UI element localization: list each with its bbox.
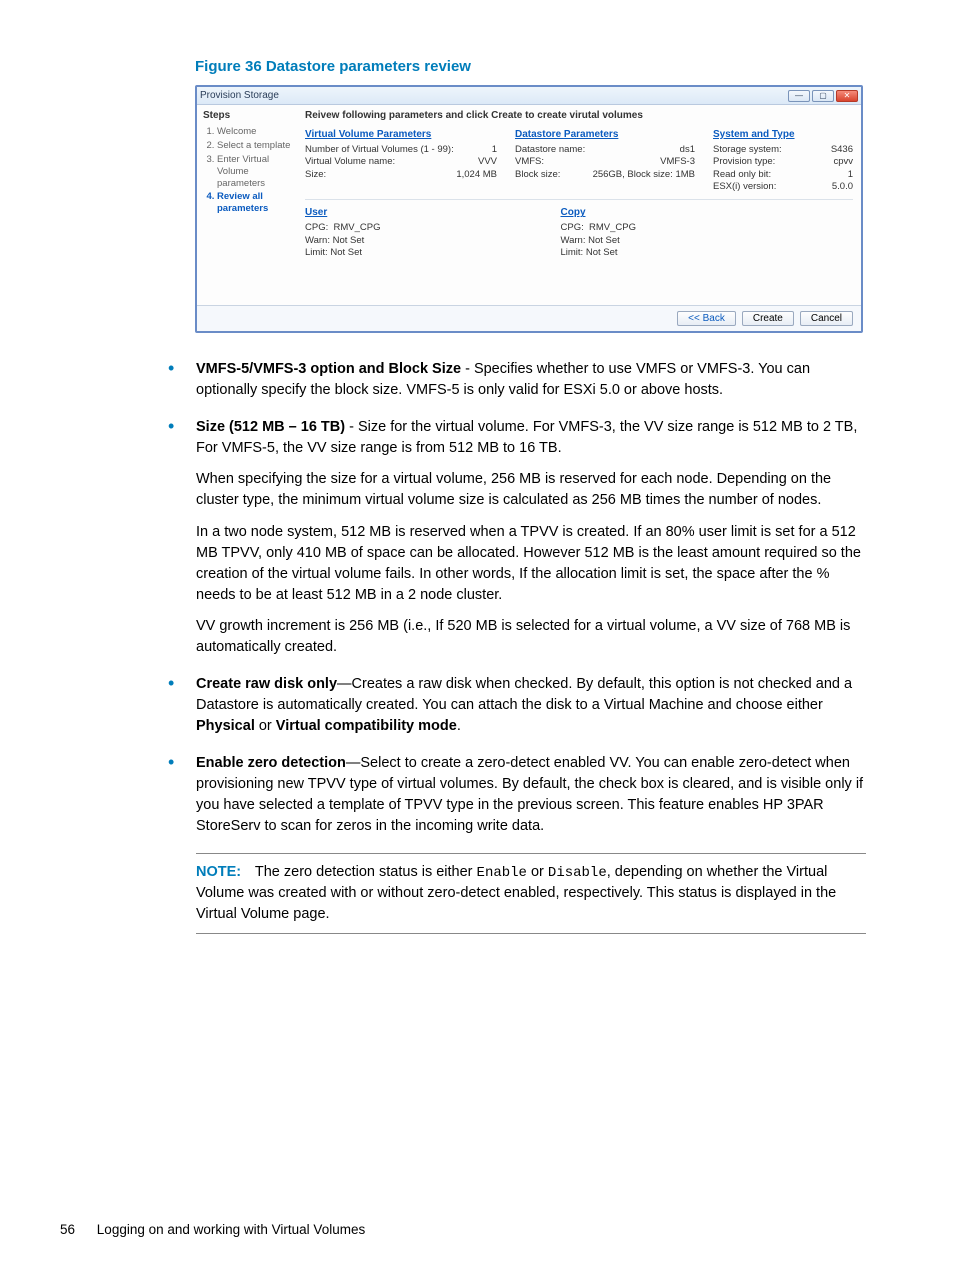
bullet-size-p2: In a two node system, 512 MB is reserved…: [196, 522, 866, 606]
figure-caption: Figure 36 Datastore parameters review: [195, 58, 894, 75]
user-title: User: [305, 206, 381, 219]
bullet-raw-disk: Create raw disk only—Creates a raw disk …: [168, 674, 866, 737]
wizard-steps-sidebar: Steps Welcome Select a template Enter Vi…: [197, 105, 297, 305]
bullet-size: Size (512 MB – 16 TB) - Size for the vir…: [168, 417, 866, 657]
note-label: NOTE:: [196, 864, 241, 880]
vv-params-section: Virtual Volume Parameters Number of Virt…: [305, 128, 497, 193]
bullet-size-p1: When specifying the size for a virtual v…: [196, 469, 866, 511]
step-review-all[interactable]: Review all parameters: [217, 191, 291, 215]
window-titlebar: Provision Storage — ▢ ✕: [197, 87, 861, 105]
step-select-template[interactable]: Select a template: [217, 140, 291, 152]
window-minimize-button[interactable]: —: [788, 90, 810, 102]
datastore-params-section: Datastore Parameters Datastore name:ds1 …: [515, 128, 695, 193]
provision-storage-window: Provision Storage — ▢ ✕ Steps Welcome Se…: [195, 85, 863, 333]
create-button[interactable]: Create: [742, 311, 794, 326]
bullet-vmfs-option: VMFS-5/VMFS-3 option and Block Size - Sp…: [168, 359, 866, 401]
wizard-button-bar: << Back Create Cancel: [197, 305, 861, 331]
bullet-zero-detection: Enable zero detection—Select to create a…: [168, 753, 866, 837]
user-section: User CPG: RMV_CPG Warn: Not Set Limit: N…: [305, 206, 381, 259]
system-type-section: System and Type Storage system:S436 Prov…: [713, 128, 853, 193]
note-block: NOTE: The zero detection status is eithe…: [196, 853, 866, 934]
cancel-button[interactable]: Cancel: [800, 311, 853, 326]
window-close-button[interactable]: ✕: [836, 90, 858, 102]
copy-section: Copy CPG: RMV_CPG Warn: Not Set Limit: N…: [561, 206, 637, 259]
vv-params-title: Virtual Volume Parameters: [305, 128, 497, 141]
review-instruction: Reivew following parameters and click Cr…: [305, 109, 853, 122]
page-footer: 56 Logging on and working with Virtual V…: [60, 1222, 365, 1237]
footer-text: Logging on and working with Virtual Volu…: [97, 1222, 365, 1237]
bullet-size-p3: VV growth increment is 256 MB (i.e., If …: [196, 616, 866, 658]
back-button[interactable]: << Back: [677, 311, 736, 326]
window-title: Provision Storage: [200, 89, 279, 102]
steps-header: Steps: [203, 109, 291, 122]
step-enter-vv-params[interactable]: Enter Virtual Volume parameters: [217, 154, 291, 190]
system-type-title: System and Type: [713, 128, 853, 141]
page-number: 56: [60, 1222, 75, 1237]
window-maximize-button[interactable]: ▢: [812, 90, 834, 102]
step-welcome[interactable]: Welcome: [217, 126, 291, 138]
copy-title: Copy: [561, 206, 637, 219]
datastore-params-title: Datastore Parameters: [515, 128, 695, 141]
